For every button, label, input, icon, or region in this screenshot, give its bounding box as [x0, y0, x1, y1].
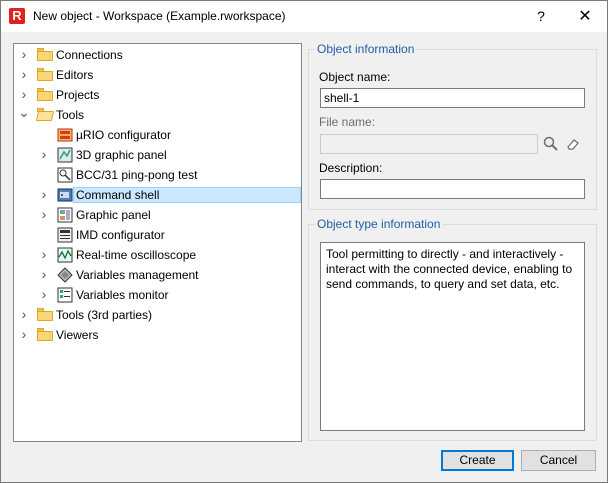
tree-item-label: IMD configurator — [76, 228, 165, 242]
tree-item-connections[interactable]: › Connections — [14, 45, 301, 65]
chevron-right-icon[interactable]: › — [38, 207, 50, 221]
close-button[interactable]: ✕ — [563, 1, 607, 32]
chevron-down-icon[interactable]: ⌄ — [18, 105, 30, 121]
tree-item-label: BCC/31 ping-pong test — [76, 168, 198, 182]
cancel-button[interactable]: Cancel — [521, 450, 596, 471]
chevron-right-icon[interactable]: › — [38, 247, 50, 261]
tree-item-label: Command shell — [73, 187, 301, 203]
app-logo-icon: R — [9, 8, 25, 24]
tree-item-variables-monitor[interactable]: › Variables monitor — [14, 285, 301, 305]
eraser-icon[interactable] — [565, 136, 581, 152]
browse-search-icon[interactable] — [543, 136, 559, 152]
ping-pong-icon — [57, 167, 73, 183]
object-type-information-title: Object type information — [315, 217, 443, 231]
command-shell-icon — [57, 188, 73, 202]
oscilloscope-icon — [57, 247, 73, 263]
chevron-right-icon[interactable]: › — [38, 287, 50, 301]
tree-item-label: Connections — [56, 48, 123, 62]
object-name-input[interactable]: shell-1 — [320, 88, 585, 108]
folder-icon — [37, 328, 53, 341]
help-button[interactable]: ? — [521, 1, 561, 32]
chevron-right-icon[interactable]: › — [18, 307, 30, 321]
folder-icon — [37, 68, 53, 81]
tree-item-label: Tools — [56, 108, 85, 122]
tree-item-3d-graphic-panel[interactable]: › 3D graphic panel — [14, 145, 301, 165]
chevron-right-icon[interactable]: › — [18, 47, 30, 61]
tree-item-label: Tools (3rd parties) — [56, 308, 153, 322]
tree-item-real-time-oscilloscope[interactable]: › Real-time oscilloscope — [14, 245, 301, 265]
object-information-title: Object information — [315, 42, 417, 56]
tree-item-label: 3D graphic panel — [76, 148, 167, 162]
tree-item-label: Variables monitor — [76, 288, 169, 302]
variables-monitor-icon — [57, 287, 73, 303]
tree-item-viewers[interactable]: › Viewers — [14, 325, 301, 345]
chevron-right-icon[interactable]: › — [18, 67, 30, 81]
tree-item-variables-management[interactable]: › Variables management — [14, 265, 301, 285]
tree-item-command-shell[interactable]: › Command shell — [14, 185, 301, 205]
tree-item-label: µRIO configurator — [76, 128, 171, 142]
object-type-description: Tool permitting to directly - and intera… — [320, 242, 585, 431]
tree-item-label: Projects — [56, 88, 100, 102]
dialog-window: R New object - Workspace (Example.rworks… — [0, 0, 608, 483]
graphic-panel-icon — [57, 207, 73, 223]
title-bar[interactable]: R New object - Workspace (Example.rworks… — [1, 1, 607, 32]
urio-icon — [57, 128, 73, 142]
tree-item-bcc-31-ping-pong-test[interactable]: BCC/31 ping-pong test — [14, 165, 301, 185]
tree-item-editors[interactable]: › Editors — [14, 65, 301, 85]
object-type-tree[interactable]: › Connections › Editors › Projects ⌄ Tools µRIO … — [13, 43, 302, 442]
tree-item-label: Real-time oscilloscope — [76, 248, 197, 262]
file-name-label: File name: — [319, 115, 376, 129]
tree-item-rio-configurator[interactable]: µRIO configurator — [14, 125, 301, 145]
3d-panel-icon — [57, 147, 73, 163]
tree-item-label: Variables management — [76, 268, 199, 282]
tree-item-label: Viewers — [56, 328, 99, 342]
object-type-information-group: Object type information Tool permitting … — [308, 217, 597, 441]
object-name-label: Object name: — [319, 70, 391, 84]
chevron-right-icon[interactable]: › — [38, 267, 50, 281]
window-title: New object - Workspace (Example.rworkspa… — [33, 9, 286, 23]
variables-mgmt-icon — [57, 267, 73, 283]
tree-item-projects[interactable]: › Projects — [14, 85, 301, 105]
file-name-input — [320, 134, 538, 154]
folder-open-icon — [35, 108, 55, 121]
folder-icon — [37, 48, 53, 61]
tree-item-label: Graphic panel — [76, 208, 151, 222]
tree-item-tools[interactable]: ⌄ Tools — [14, 105, 301, 125]
folder-icon — [37, 308, 53, 321]
create-button[interactable]: Create — [441, 450, 514, 471]
tree-item-tools-3rd-parties[interactable]: › Tools (3rd parties) — [14, 305, 301, 325]
object-information-group: Object information Object name: shell-1 … — [308, 42, 597, 210]
chevron-right-icon[interactable]: › — [18, 327, 30, 341]
tree-item-label: Editors — [56, 68, 94, 82]
chevron-right-icon[interactable]: › — [18, 87, 30, 101]
tree-item-graphic-panel[interactable]: › Graphic panel — [14, 205, 301, 225]
description-label: Description: — [319, 161, 383, 175]
imd-icon — [57, 227, 73, 243]
description-input[interactable] — [320, 179, 585, 199]
folder-icon — [37, 88, 53, 101]
chevron-right-icon[interactable]: › — [38, 187, 50, 201]
chevron-right-icon[interactable]: › — [38, 147, 50, 161]
tree-item-imd-configurator[interactable]: IMD configurator — [14, 225, 301, 245]
